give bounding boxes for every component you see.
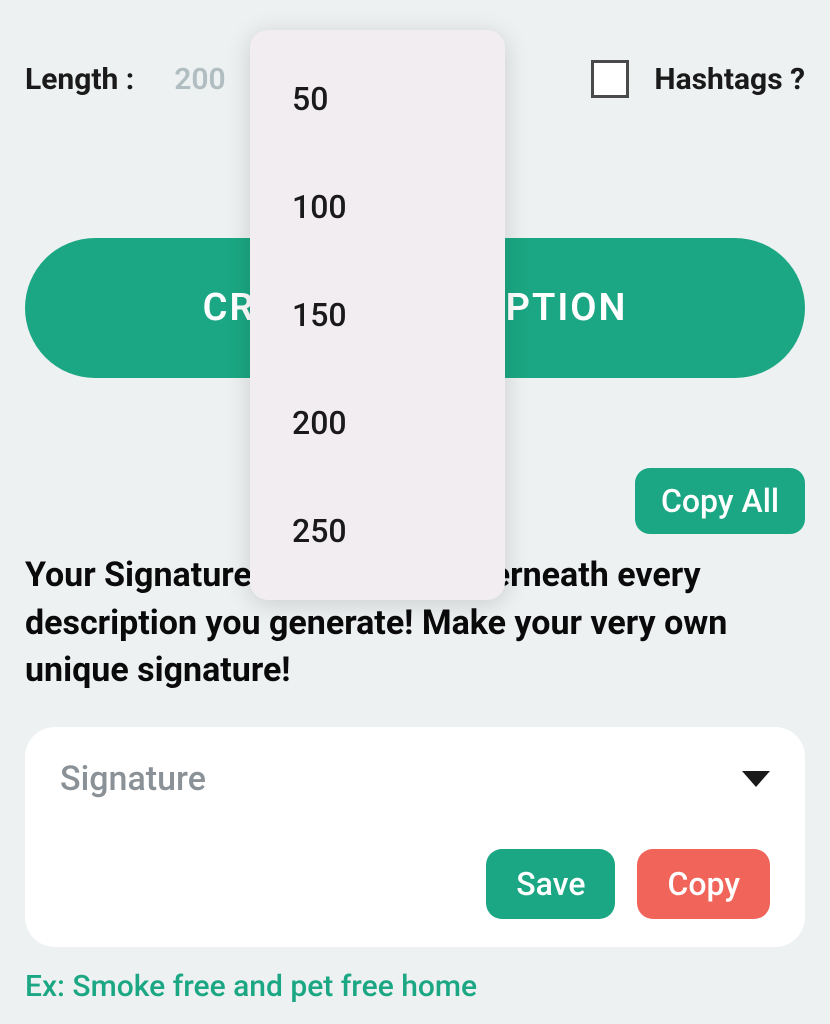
length-option-200[interactable]: 200 (250, 369, 505, 477)
signature-card: Signature Save Copy (25, 727, 805, 947)
signature-actions: Save Copy (60, 849, 770, 919)
length-option-250[interactable]: 250 (250, 477, 505, 585)
length-label: Length : (25, 62, 134, 97)
example-text: Ex: Smoke free and pet free home (25, 969, 805, 1004)
chevron-down-icon[interactable] (742, 771, 770, 787)
length-dropdown: 50 100 150 200 250 (250, 30, 505, 600)
copy-all-button[interactable]: Copy All (635, 468, 805, 534)
hashtags-group: Hashtags ? (591, 60, 805, 98)
length-value[interactable]: 200 (174, 62, 225, 97)
copy-button[interactable]: Copy (637, 849, 770, 919)
signature-label-row: Signature (60, 759, 770, 799)
signature-label: Signature (60, 759, 206, 799)
hashtags-label: Hashtags ? (654, 62, 805, 97)
hashtags-checkbox[interactable] (591, 60, 629, 98)
length-option-150[interactable]: 150 (250, 261, 505, 369)
length-option-100[interactable]: 100 (250, 153, 505, 261)
length-option-50[interactable]: 50 (250, 45, 505, 153)
save-button[interactable]: Save (486, 849, 615, 919)
